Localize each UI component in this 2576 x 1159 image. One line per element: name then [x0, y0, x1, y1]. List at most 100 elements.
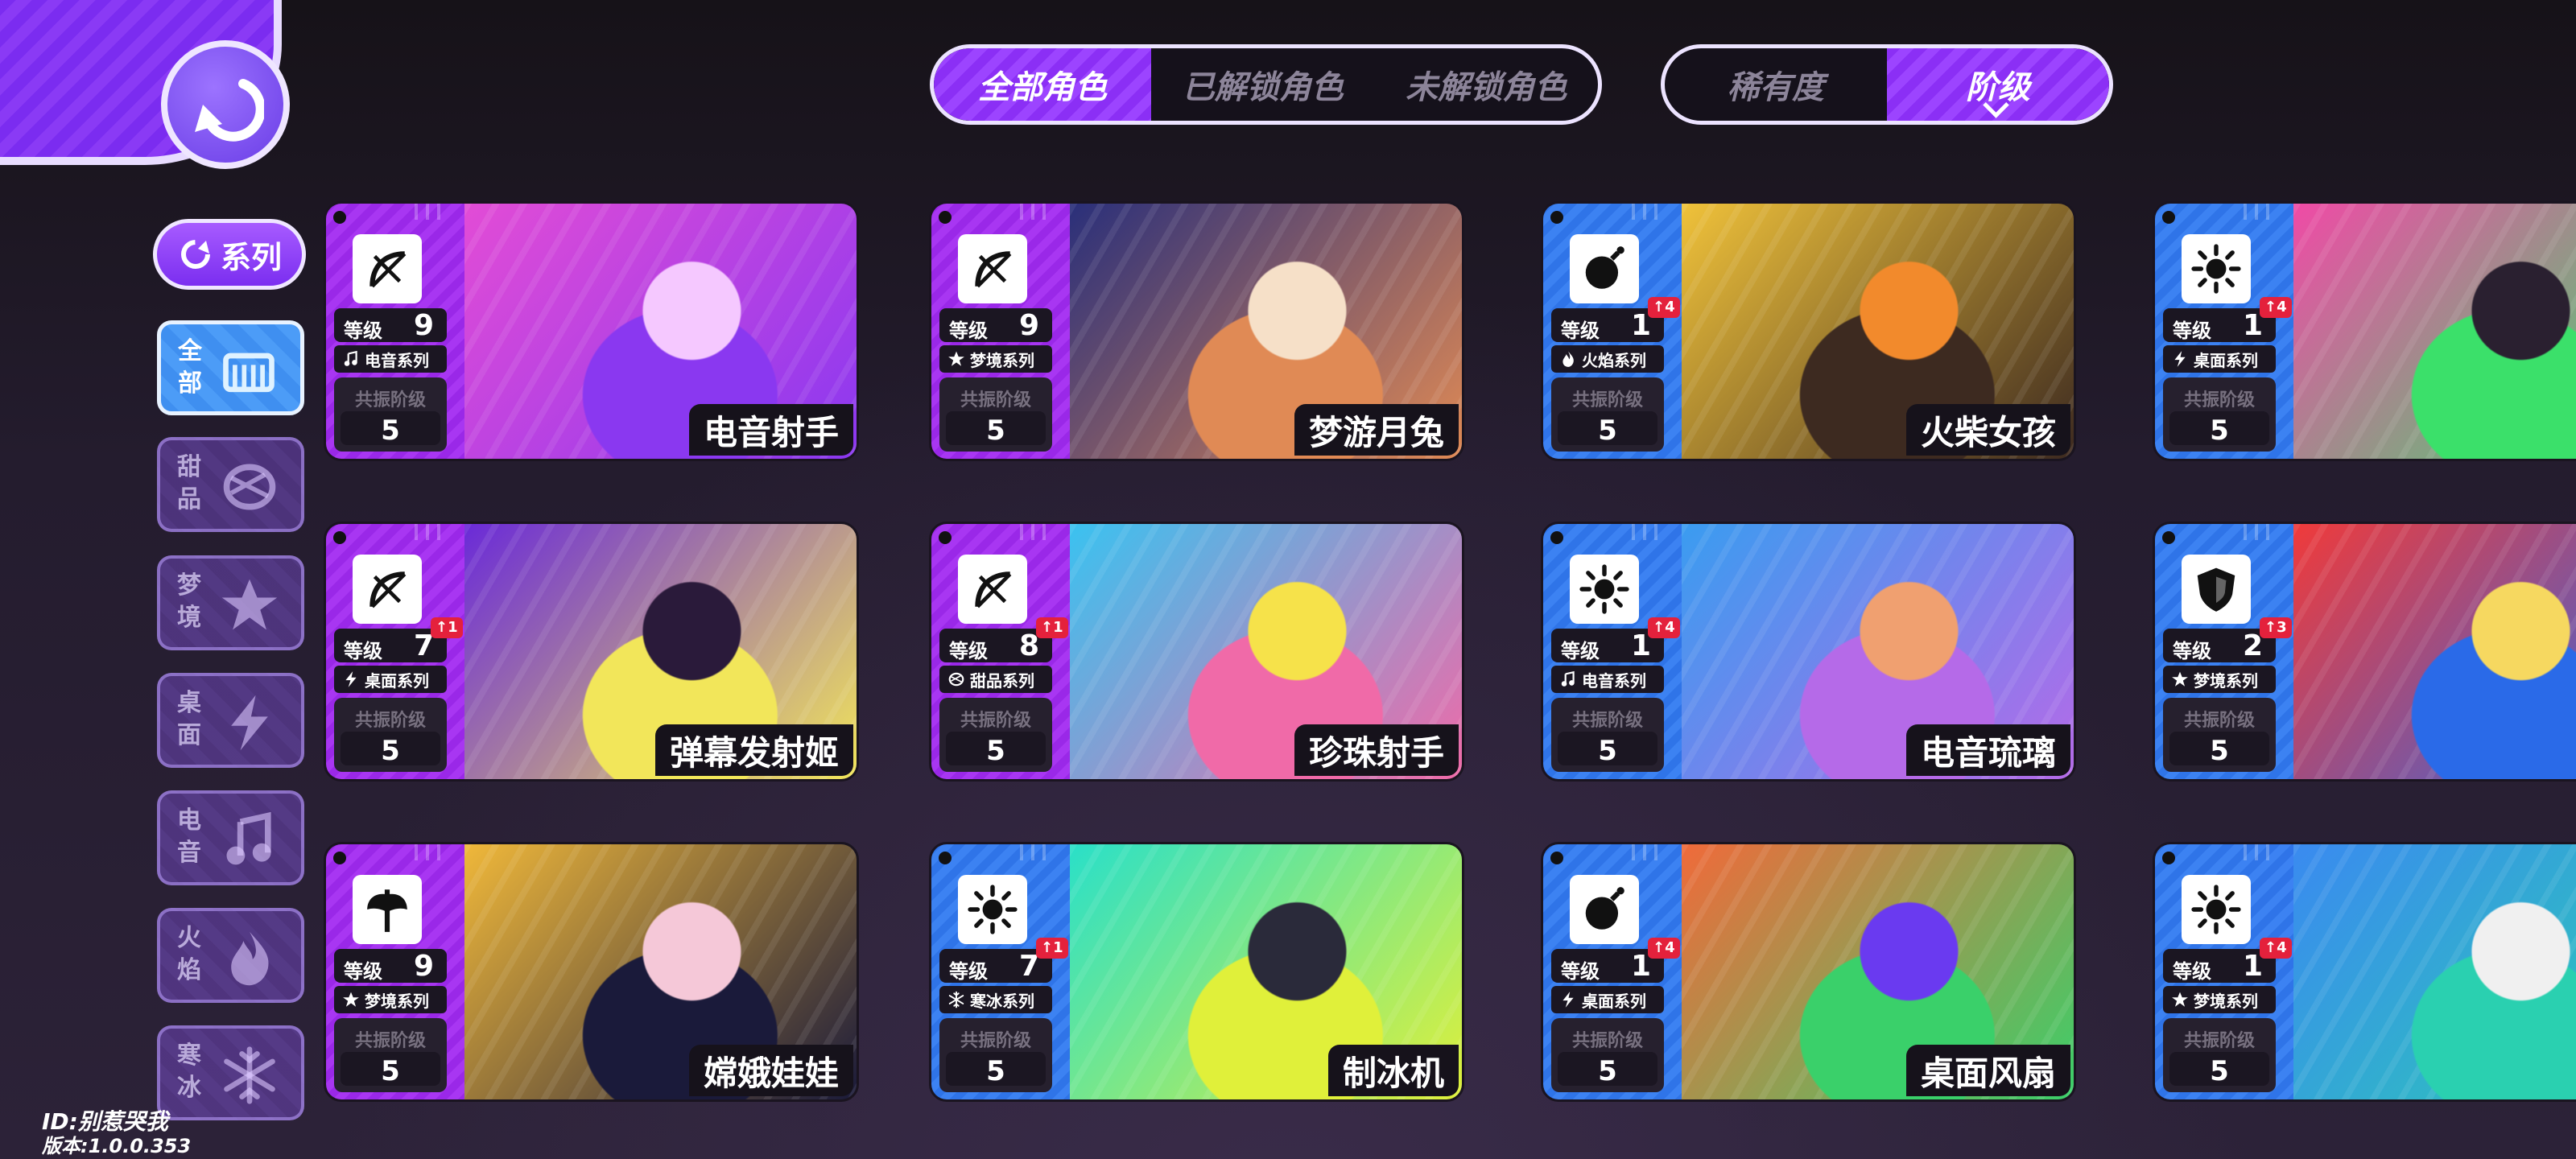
- character-name: 梦游月兔: [1294, 404, 1459, 456]
- bow-icon: [958, 234, 1027, 303]
- series-tag: 电音系列: [334, 345, 447, 373]
- series-label: 桌面系列: [365, 670, 429, 691]
- character-card[interactable]: 等级 1 ↑4 桌面系列 共振阶级 5 充: [2153, 201, 2576, 461]
- panel-tick: [415, 204, 418, 220]
- music-note-icon: [214, 808, 285, 872]
- ownership-option-0[interactable]: 全部角色: [934, 48, 1151, 121]
- lightning-icon: [2171, 350, 2189, 368]
- series-label: 梦境系列: [2194, 991, 2258, 1011]
- resonance-label: 共振阶级: [960, 1031, 1031, 1051]
- ownership-option-2[interactable]: 未解锁角色: [1375, 48, 1599, 121]
- level-label: 等级: [2173, 320, 2211, 342]
- shield-icon: [2182, 555, 2251, 624]
- sidebar-item-flame[interactable]: 火焰: [157, 908, 304, 1003]
- character-card[interactable]: 等级 1 ↑4 梦境系列 共振阶级 5 梦: [2153, 842, 2576, 1102]
- character-card[interactable]: 等级 9 电音系列 共振阶级 5 电音射手: [324, 201, 859, 461]
- series-tag: 寒冰系列: [939, 986, 1052, 1013]
- panel-tick: [1643, 844, 1646, 860]
- level-up-count: 4: [1665, 619, 1675, 636]
- level-up-count: 4: [2277, 299, 2287, 316]
- panel-tick: [426, 844, 429, 860]
- panel-tick: [1042, 844, 1046, 860]
- card-info-panel: 等级 9 梦境系列 共振阶级 5: [931, 204, 1070, 459]
- level-up-badge: ↑1: [1036, 938, 1068, 959]
- card-corner-dot: [2162, 852, 2175, 864]
- level-label: 等级: [344, 640, 382, 662]
- level-value: 9: [413, 309, 434, 342]
- panel-tick: [2255, 844, 2258, 860]
- resonance-box: 共振阶级 5: [334, 1018, 447, 1092]
- level-box: 等级 9: [334, 949, 447, 983]
- character-name: 电音琉璃: [1905, 724, 2070, 776]
- character-card[interactable]: 等级 8 ↑1 甜品系列 共振阶级 5 珍珠射手: [929, 522, 1464, 782]
- resonance-label: 共振阶级: [960, 711, 1031, 731]
- ownership-option-1[interactable]: 已解锁角色: [1151, 48, 1375, 121]
- character-card[interactable]: 等级 7 ↑1 桌面系列 共振阶级 5 弹幕发射姬: [324, 522, 859, 782]
- sidebar-item-label: 桌面: [177, 689, 201, 749]
- card-corner-dot: [939, 211, 952, 224]
- sidebar-item-label: 火焰: [177, 924, 201, 984]
- panel-tick: [437, 844, 440, 860]
- bow-icon: [958, 555, 1027, 624]
- level-value: 9: [413, 950, 434, 983]
- character-card[interactable]: 等级 9 梦境系列 共振阶级 5 梦游月兔: [929, 201, 1464, 461]
- star-icon: [947, 350, 965, 368]
- level-up-badge: ↑1: [1036, 617, 1068, 638]
- series-header[interactable]: 系列: [153, 219, 306, 290]
- card-corner-dot: [2162, 531, 2175, 544]
- series-label: 甜品系列: [970, 670, 1034, 691]
- series-label: 火焰系列: [1582, 350, 1646, 370]
- sidebar-item-label: 全部: [178, 337, 202, 398]
- sidebar-item-candy[interactable]: 甜品: [157, 437, 304, 532]
- character-card[interactable]: 等级 1 ↑4 电音系列 共振阶级 5 电音琉璃: [1541, 522, 2076, 782]
- sidebar-item-star[interactable]: 梦境: [157, 555, 304, 650]
- panel-tick: [437, 524, 440, 540]
- sidebar-item-all[interactable]: 全部: [157, 320, 304, 415]
- panel-tick: [1654, 844, 1657, 860]
- level-up-count: 4: [2277, 939, 2287, 956]
- card-corner-dot: [1550, 531, 1563, 544]
- sidebar-item-lightning[interactable]: 桌面: [157, 673, 304, 768]
- resonance-box: 共振阶级 5: [2163, 698, 2276, 772]
- character-card[interactable]: 等级 9 梦境系列 共振阶级 5 嫦娥娃娃: [324, 842, 859, 1102]
- level-box: 等级 7: [939, 949, 1052, 983]
- level-up-count: 1: [1053, 619, 1063, 636]
- bow-icon: [353, 555, 422, 624]
- series-label: 桌面系列: [2194, 350, 2258, 370]
- sidebar-item-label: 寒冰: [177, 1041, 201, 1102]
- character-name: 制冰机: [1327, 1045, 1459, 1096]
- resonance-label: 共振阶级: [354, 390, 426, 410]
- sort-option-0[interactable]: 稀有度: [1665, 48, 1887, 121]
- sort-option-1[interactable]: 阶级: [1887, 48, 2109, 121]
- resonance-value: 5: [1598, 1055, 1617, 1087]
- level-label: 等级: [344, 960, 382, 983]
- character-card[interactable]: 等级 2 ↑3 梦境系列 共振阶级 5 劈: [2153, 522, 2576, 782]
- series-tag: 桌面系列: [334, 666, 447, 693]
- character-name: 珍珠射手: [1294, 724, 1459, 776]
- panel-tick: [2255, 524, 2258, 540]
- panel-tick: [415, 524, 418, 540]
- character-card[interactable]: 等级 7 ↑1 寒冰系列 共振阶级 5 制冰机: [929, 842, 1464, 1102]
- resonance-box: 共振阶级 5: [939, 698, 1052, 772]
- sidebar-item-label: 甜品: [177, 453, 201, 514]
- panel-tick: [1042, 204, 1046, 220]
- ownership-option-label: 全部角色: [978, 69, 1107, 106]
- character-card[interactable]: 等级 1 ↑4 火焰系列 共振阶级 5 火柴女孩: [1541, 201, 2076, 461]
- panel-tick: [2244, 524, 2247, 540]
- sidebar-item-snowflake[interactable]: 寒冰: [157, 1025, 304, 1120]
- character-card[interactable]: 等级 1 ↑4 桌面系列 共振阶级 5 桌面风扇: [1541, 842, 2076, 1102]
- sidebar-item-music-note[interactable]: 电音: [157, 790, 304, 885]
- character-portrait: [2293, 204, 2576, 459]
- level-up-count: 1: [448, 619, 458, 636]
- back-button[interactable]: [161, 40, 290, 169]
- panel-tick: [2266, 524, 2269, 540]
- version-label: 版本:1.0.0.353: [42, 1135, 192, 1157]
- card-corner-dot: [2162, 211, 2175, 224]
- all-icon: [213, 339, 284, 403]
- sort-toggle: 稀有度 阶级: [1661, 44, 2113, 125]
- panel-tick: [1020, 524, 1023, 540]
- panel-tick: [1654, 204, 1657, 220]
- star-icon: [342, 991, 360, 1008]
- sidebar-item-label: 电音: [177, 806, 201, 867]
- ownership-option-label: 未解锁角色: [1406, 69, 1567, 106]
